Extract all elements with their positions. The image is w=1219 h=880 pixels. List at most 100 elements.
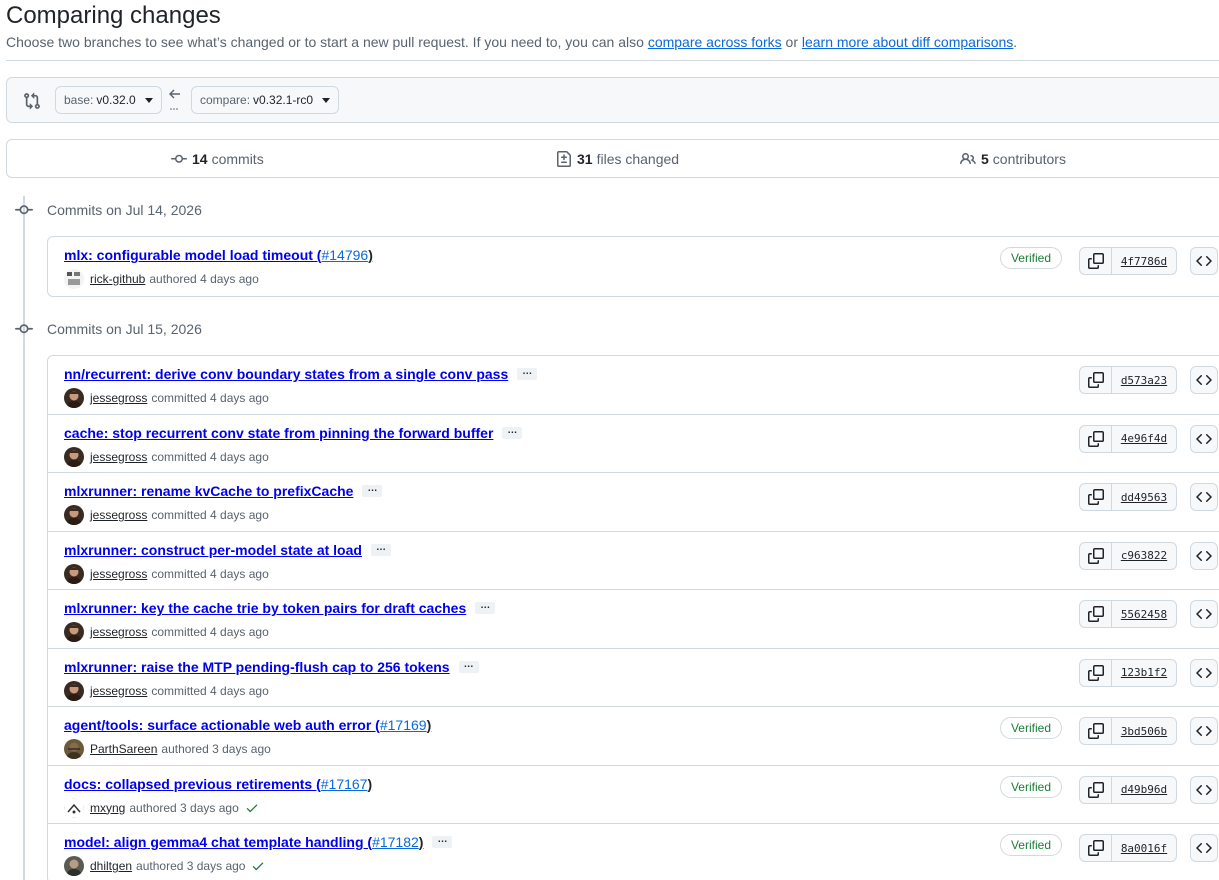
commit-message: mlxrunner: rename kvCache to prefixCache… xyxy=(64,483,383,499)
copy-sha-button[interactable] xyxy=(1080,248,1112,274)
avatar[interactable] xyxy=(64,680,84,701)
avatar[interactable] xyxy=(64,269,84,289)
author-link[interactable]: dhiltgen xyxy=(90,859,132,873)
author-link[interactable]: ParthSareen xyxy=(90,742,157,756)
expand-description-button[interactable]: … xyxy=(517,367,538,380)
author-link[interactable]: jessegross xyxy=(90,508,147,522)
commit-sha-link[interactable]: d49b96d xyxy=(1112,777,1176,803)
expand-description-button[interactable]: … xyxy=(458,659,479,673)
copy-sha-button[interactable] xyxy=(1080,542,1112,569)
commit-title-link[interactable]: model: align gemma4 chat template handli… xyxy=(64,834,372,850)
browse-repo-button[interactable] xyxy=(1190,658,1218,687)
browse-repo-button[interactable] xyxy=(1190,483,1218,511)
copy-sha-button[interactable] xyxy=(1080,425,1112,452)
compare-branch-select[interactable]: compare: v0.32.1-rc0 xyxy=(191,86,340,114)
avatar[interactable] xyxy=(64,856,84,876)
author-link[interactable]: jessegross xyxy=(90,684,147,698)
commit-row: mlx: configurable model load timeout (#1… xyxy=(48,237,1219,296)
commit-sha-link[interactable]: d573a23 xyxy=(1112,367,1176,393)
commit-title-link[interactable]: docs: collapsed previous retirements ( xyxy=(64,776,321,792)
commit-meta: jessegross committed 4 days ago xyxy=(64,680,269,701)
avatar[interactable] xyxy=(64,739,84,759)
commit-sha-link[interactable]: 123b1f2 xyxy=(1112,660,1176,686)
files-changed-tab[interactable]: 31 files changed xyxy=(556,151,679,167)
browse-repo-button[interactable] xyxy=(1190,247,1218,275)
commit-action-time: committed 4 days ago xyxy=(151,683,269,698)
commit-row: mlxrunner: raise the MTP pending-flush c… xyxy=(48,649,1219,707)
copy-sha-button[interactable] xyxy=(1080,367,1112,393)
page-title: Comparing changes xyxy=(6,2,221,29)
pull-request-link[interactable]: #17169 xyxy=(380,717,427,733)
commit-title-link[interactable]: nn/recurrent: derive conv boundary state… xyxy=(64,366,508,382)
copy-sha-button[interactable] xyxy=(1080,601,1112,627)
commit-sha-link[interactable]: 4f7786d xyxy=(1112,248,1176,274)
contributors-label: contributors xyxy=(992,151,1066,167)
expand-description-button[interactable]: … xyxy=(502,425,523,439)
commit-sha-link[interactable]: 5562458 xyxy=(1112,601,1176,627)
commit-title-link[interactable]: mlxrunner: construct per-model state at … xyxy=(64,542,362,558)
code-icon xyxy=(1196,784,1212,795)
contributors-tab[interactable]: 5 contributors xyxy=(960,151,1066,167)
copy-sha-button[interactable] xyxy=(1080,484,1112,510)
commit-sha-link[interactable]: dd49563 xyxy=(1112,484,1176,510)
commit-title-link[interactable]: mlxrunner: key the cache trie by token p… xyxy=(64,600,466,616)
avatar[interactable] xyxy=(64,563,84,584)
commit-title-link[interactable]: mlx: configurable model load timeout ( xyxy=(64,247,321,263)
expand-description-button[interactable]: … xyxy=(362,484,383,497)
copy-sha-button[interactable] xyxy=(1080,776,1112,803)
pull-request-link[interactable]: #17167 xyxy=(321,776,368,792)
commit-title-suffix: ) xyxy=(418,834,424,850)
avatar[interactable] xyxy=(64,505,84,525)
file-diff-icon xyxy=(557,151,571,167)
avatar[interactable] xyxy=(64,622,84,642)
browse-repo-button[interactable] xyxy=(1190,717,1218,745)
avatar[interactable] xyxy=(64,388,84,408)
avatar[interactable] xyxy=(64,446,84,467)
commit-title-link[interactable]: agent/tools: surface actionable web auth… xyxy=(64,717,380,733)
copy-sha-button[interactable] xyxy=(1080,718,1112,744)
copy-icon xyxy=(1087,781,1104,798)
verified-badge[interactable]: Verified xyxy=(999,247,1062,269)
check-icon xyxy=(246,804,258,812)
commit-row: docs: collapsed previous retirements (#1… xyxy=(48,766,1219,824)
expand-description-button[interactable]: … xyxy=(432,835,453,848)
author-link[interactable]: mxyng xyxy=(90,801,125,815)
avatar[interactable] xyxy=(64,797,84,818)
browse-repo-button[interactable] xyxy=(1190,775,1218,804)
verified-badge[interactable]: Verified xyxy=(999,775,1062,798)
commit-title-link[interactable]: mlxrunner: rename kvCache to prefixCache xyxy=(64,483,353,499)
browse-repo-button[interactable] xyxy=(1190,600,1218,628)
commit-title-link[interactable]: cache: stop recurrent conv state from pi… xyxy=(64,425,493,441)
commit-sha-link[interactable]: 3bd506b xyxy=(1112,718,1176,744)
git-commit-icon xyxy=(171,154,187,163)
commit-sha-link[interactable]: 8a0016f xyxy=(1112,835,1176,861)
verified-badge[interactable]: Verified xyxy=(999,717,1062,739)
commits-tab[interactable]: 14 commits xyxy=(171,151,264,167)
browse-repo-button[interactable] xyxy=(1190,541,1218,570)
browse-repo-button[interactable] xyxy=(1190,424,1218,453)
author-link[interactable]: rick-github xyxy=(90,272,145,286)
expand-description-button[interactable]: … xyxy=(475,601,496,614)
browse-repo-button[interactable] xyxy=(1190,366,1218,394)
commit-sha-link[interactable]: c963822 xyxy=(1112,543,1176,569)
learn-more-link[interactable]: learn more about diff comparisons xyxy=(802,34,1013,50)
pull-request-link[interactable]: #17182 xyxy=(372,834,419,850)
contributors-count: 5 xyxy=(981,151,989,167)
expand-description-button[interactable]: … xyxy=(370,542,391,556)
author-link[interactable]: jessegross xyxy=(90,625,147,639)
commit-message: mlxrunner: key the cache trie by token p… xyxy=(64,600,496,616)
commit-title-link[interactable]: mlxrunner: raise the MTP pending-flush c… xyxy=(64,659,450,675)
pull-request-link[interactable]: #14796 xyxy=(321,247,368,263)
commit-sha-link[interactable]: 4e96f4d xyxy=(1112,426,1176,452)
compare-across-forks-link[interactable]: compare across forks xyxy=(648,34,782,50)
commit-action-time: committed 4 days ago xyxy=(151,625,269,639)
author-link[interactable]: jessegross xyxy=(90,450,147,464)
base-branch-select[interactable]: base: v0.32.0 xyxy=(55,86,162,114)
commit-sha-group: 123b1f2 xyxy=(1079,658,1177,687)
browse-repo-button[interactable] xyxy=(1190,834,1218,862)
copy-sha-button[interactable] xyxy=(1080,835,1112,861)
verified-badge[interactable]: Verified xyxy=(999,834,1062,856)
author-link[interactable]: jessegross xyxy=(90,567,147,581)
copy-sha-button[interactable] xyxy=(1080,659,1112,686)
author-link[interactable]: jessegross xyxy=(90,391,147,405)
